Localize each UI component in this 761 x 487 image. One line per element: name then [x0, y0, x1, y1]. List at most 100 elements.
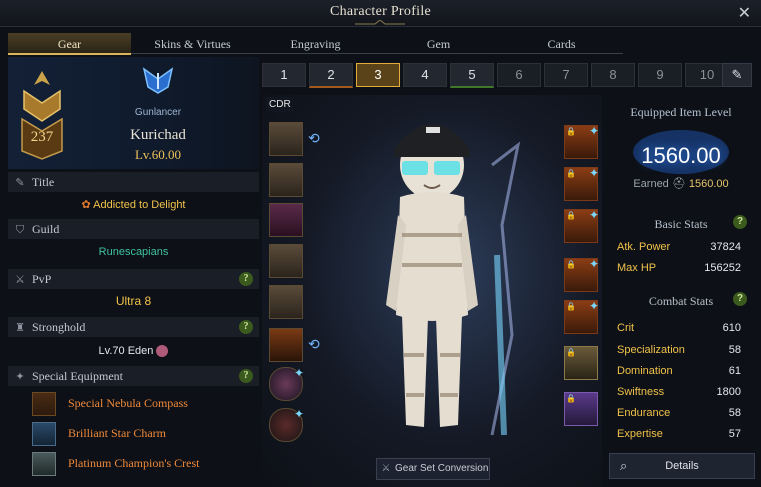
- special-item-row[interactable]: Special Nebula Compass: [32, 392, 252, 416]
- special-equipment-icon: ✦: [15, 371, 25, 383]
- helmet-slot[interactable]: [269, 122, 303, 156]
- stat-row: Endurance 58: [617, 407, 741, 423]
- title-flower-icon: ✿: [81, 199, 91, 211]
- earring-slot-1[interactable]: 🔒 ✦: [564, 166, 599, 201]
- close-icon[interactable]: ✕: [738, 3, 751, 23]
- preset-slot[interactable]: 8: [591, 63, 635, 87]
- sparkle-icon: ✦: [588, 257, 599, 271]
- stat-name: Specialization: [617, 344, 685, 356]
- stats-panel: Equipped Item Level 1560.00 Earned ⛑ 156…: [609, 95, 755, 487]
- elixir-icon: ⟲: [308, 336, 320, 352]
- earned-value: 1560.00: [688, 178, 729, 190]
- gear-set-conversion-button[interactable]: ⚔ Gear Set Conversion: [376, 458, 490, 480]
- stat-value: 61: [728, 365, 741, 377]
- bracelet-slot[interactable]: ✦: [269, 407, 304, 442]
- tab-skins-virtues[interactable]: Skins & Virtues: [131, 33, 254, 54]
- lock-icon: 🔒: [566, 302, 576, 311]
- lock-icon: 🔒: [566, 394, 576, 403]
- crest-icon: [32, 452, 56, 476]
- sparkle-icon: ✦: [588, 166, 599, 180]
- guild-section-header: ⛉ Guild: [8, 219, 259, 239]
- special-item-row[interactable]: Brilliant Star Charm: [32, 422, 252, 446]
- ring-slot-2[interactable]: 🔒 ✦: [564, 299, 599, 334]
- stat-value: 58: [728, 344, 741, 356]
- preset-slot[interactable]: 7: [544, 63, 588, 87]
- sparkle-icon: ✦: [293, 407, 304, 421]
- stat-value: 1800: [716, 386, 741, 398]
- stat-name: Crit: [617, 322, 635, 334]
- preset-slot-selected[interactable]: 3: [356, 63, 400, 87]
- gloves-slot[interactable]: [269, 285, 303, 319]
- preset-slot[interactable]: 9: [638, 63, 682, 87]
- lock-icon: 🔒: [566, 169, 576, 178]
- basic-stats-help-icon[interactable]: ?: [733, 215, 747, 229]
- pvp-section-label: PvP: [32, 272, 52, 286]
- tab-engraving[interactable]: Engraving: [254, 33, 377, 54]
- title-section-label: Title: [32, 175, 55, 189]
- stronghold-section-header: ♜ Stronghold ?: [8, 317, 259, 337]
- chest-slot[interactable]: [269, 203, 303, 237]
- shield-icon: ⛉: [15, 224, 25, 236]
- stat-row: Atk. Power 37824: [617, 241, 741, 257]
- character-model: [386, 124, 521, 436]
- ring-slot-1[interactable]: 🔒 ✦: [564, 257, 599, 292]
- weapon-slot[interactable]: [269, 328, 303, 362]
- character-header: 237 Gunlancer Kurichad Lv.60.00: [8, 57, 259, 169]
- earring-slot-2[interactable]: 🔒 ✦: [564, 208, 599, 243]
- tab-gem[interactable]: Gem: [377, 33, 500, 54]
- preset-slot[interactable]: 5: [450, 63, 494, 88]
- roster-level-badge: 237: [16, 69, 68, 161]
- tab-gear[interactable]: Gear: [8, 33, 131, 55]
- pvp-value: Ultra 8: [115, 294, 152, 308]
- compass-icon: [32, 392, 56, 416]
- stronghold-emblem-icon: [156, 345, 169, 358]
- stat-value: 58: [728, 407, 741, 419]
- preset-slot[interactable]: 2: [309, 63, 353, 88]
- preset-slot[interactable]: 6: [497, 63, 541, 87]
- guild-section-label: Guild: [32, 222, 60, 236]
- edit-preset-button[interactable]: ✎: [722, 63, 752, 87]
- stat-name: Endurance: [617, 407, 671, 419]
- transcendence-icon: ⟲: [308, 130, 320, 146]
- edit-icon: ✎: [731, 67, 743, 82]
- special-equipment-section-header: ✦ Special Equipment ?: [8, 366, 259, 386]
- cdr-label: CDR: [266, 97, 294, 112]
- stat-row: Specialization 58: [617, 344, 741, 360]
- character-viewport: CDR ⟲ ⟲ ✦ ✦ 🔒 ✦ 🔒 ✦ 🔒 ✦ 🔒 ✦ 🔒 ✦ 🔒 🔒 ⚔ Gear Set…: [262, 95, 602, 487]
- title-value-text: Addicted to Delight: [93, 199, 186, 211]
- details-label: Details: [665, 460, 699, 472]
- shoulder-slot[interactable]: [269, 163, 303, 197]
- stat-value: 156252: [704, 262, 741, 274]
- window-title: Character Profile: [329, 4, 432, 19]
- stronghold-value-text: Lv.70 Eden: [98, 345, 154, 357]
- title-value[interactable]: ✿ Addicted to Delight: [8, 198, 259, 211]
- profile-tabs: Gear Skins & Virtues Engraving Gem Cards: [8, 33, 623, 55]
- title-section-header: ✎ Title: [8, 172, 259, 192]
- equipped-item-level-value: 1560.00: [641, 143, 721, 168]
- special-equipment-help-icon[interactable]: ?: [239, 369, 253, 383]
- pants-slot[interactable]: [269, 244, 303, 278]
- details-button[interactable]: ⌕ Details: [609, 453, 755, 479]
- stat-row: Expertise 57: [617, 428, 741, 444]
- preset-slot[interactable]: 1: [262, 63, 306, 87]
- gear-set-conversion-label: Gear Set Conversion: [395, 463, 489, 474]
- bracelet-gem-slot[interactable]: 🔒: [564, 392, 598, 426]
- combat-stats-help-icon[interactable]: ?: [733, 292, 747, 306]
- necklace-slot[interactable]: 🔒 ✦: [564, 124, 599, 159]
- preset-slot[interactable]: 4: [403, 63, 447, 87]
- equipped-item-level-title: Equipped Item Level: [630, 105, 732, 119]
- pvp-help-icon[interactable]: ?: [239, 272, 253, 286]
- lock-icon: 🔒: [566, 348, 576, 357]
- character-level: Lv.60.00: [134, 147, 182, 162]
- stat-row: Max HP 156252: [617, 262, 741, 278]
- guild-value[interactable]: Runescapians: [8, 246, 259, 258]
- stat-row: Domination 61: [617, 365, 741, 381]
- accessory-slot[interactable]: 🔒: [564, 346, 598, 380]
- tab-cards[interactable]: Cards: [500, 33, 623, 54]
- ability-stone-slot[interactable]: ✦: [269, 366, 304, 401]
- special-item-row[interactable]: Platinum Champion's Crest: [32, 452, 252, 476]
- special-item-name: Special Nebula Compass: [68, 396, 188, 410]
- special-equipment-label: Special Equipment: [32, 369, 123, 383]
- pen-icon: ✎: [15, 177, 25, 189]
- stronghold-help-icon[interactable]: ?: [239, 320, 253, 334]
